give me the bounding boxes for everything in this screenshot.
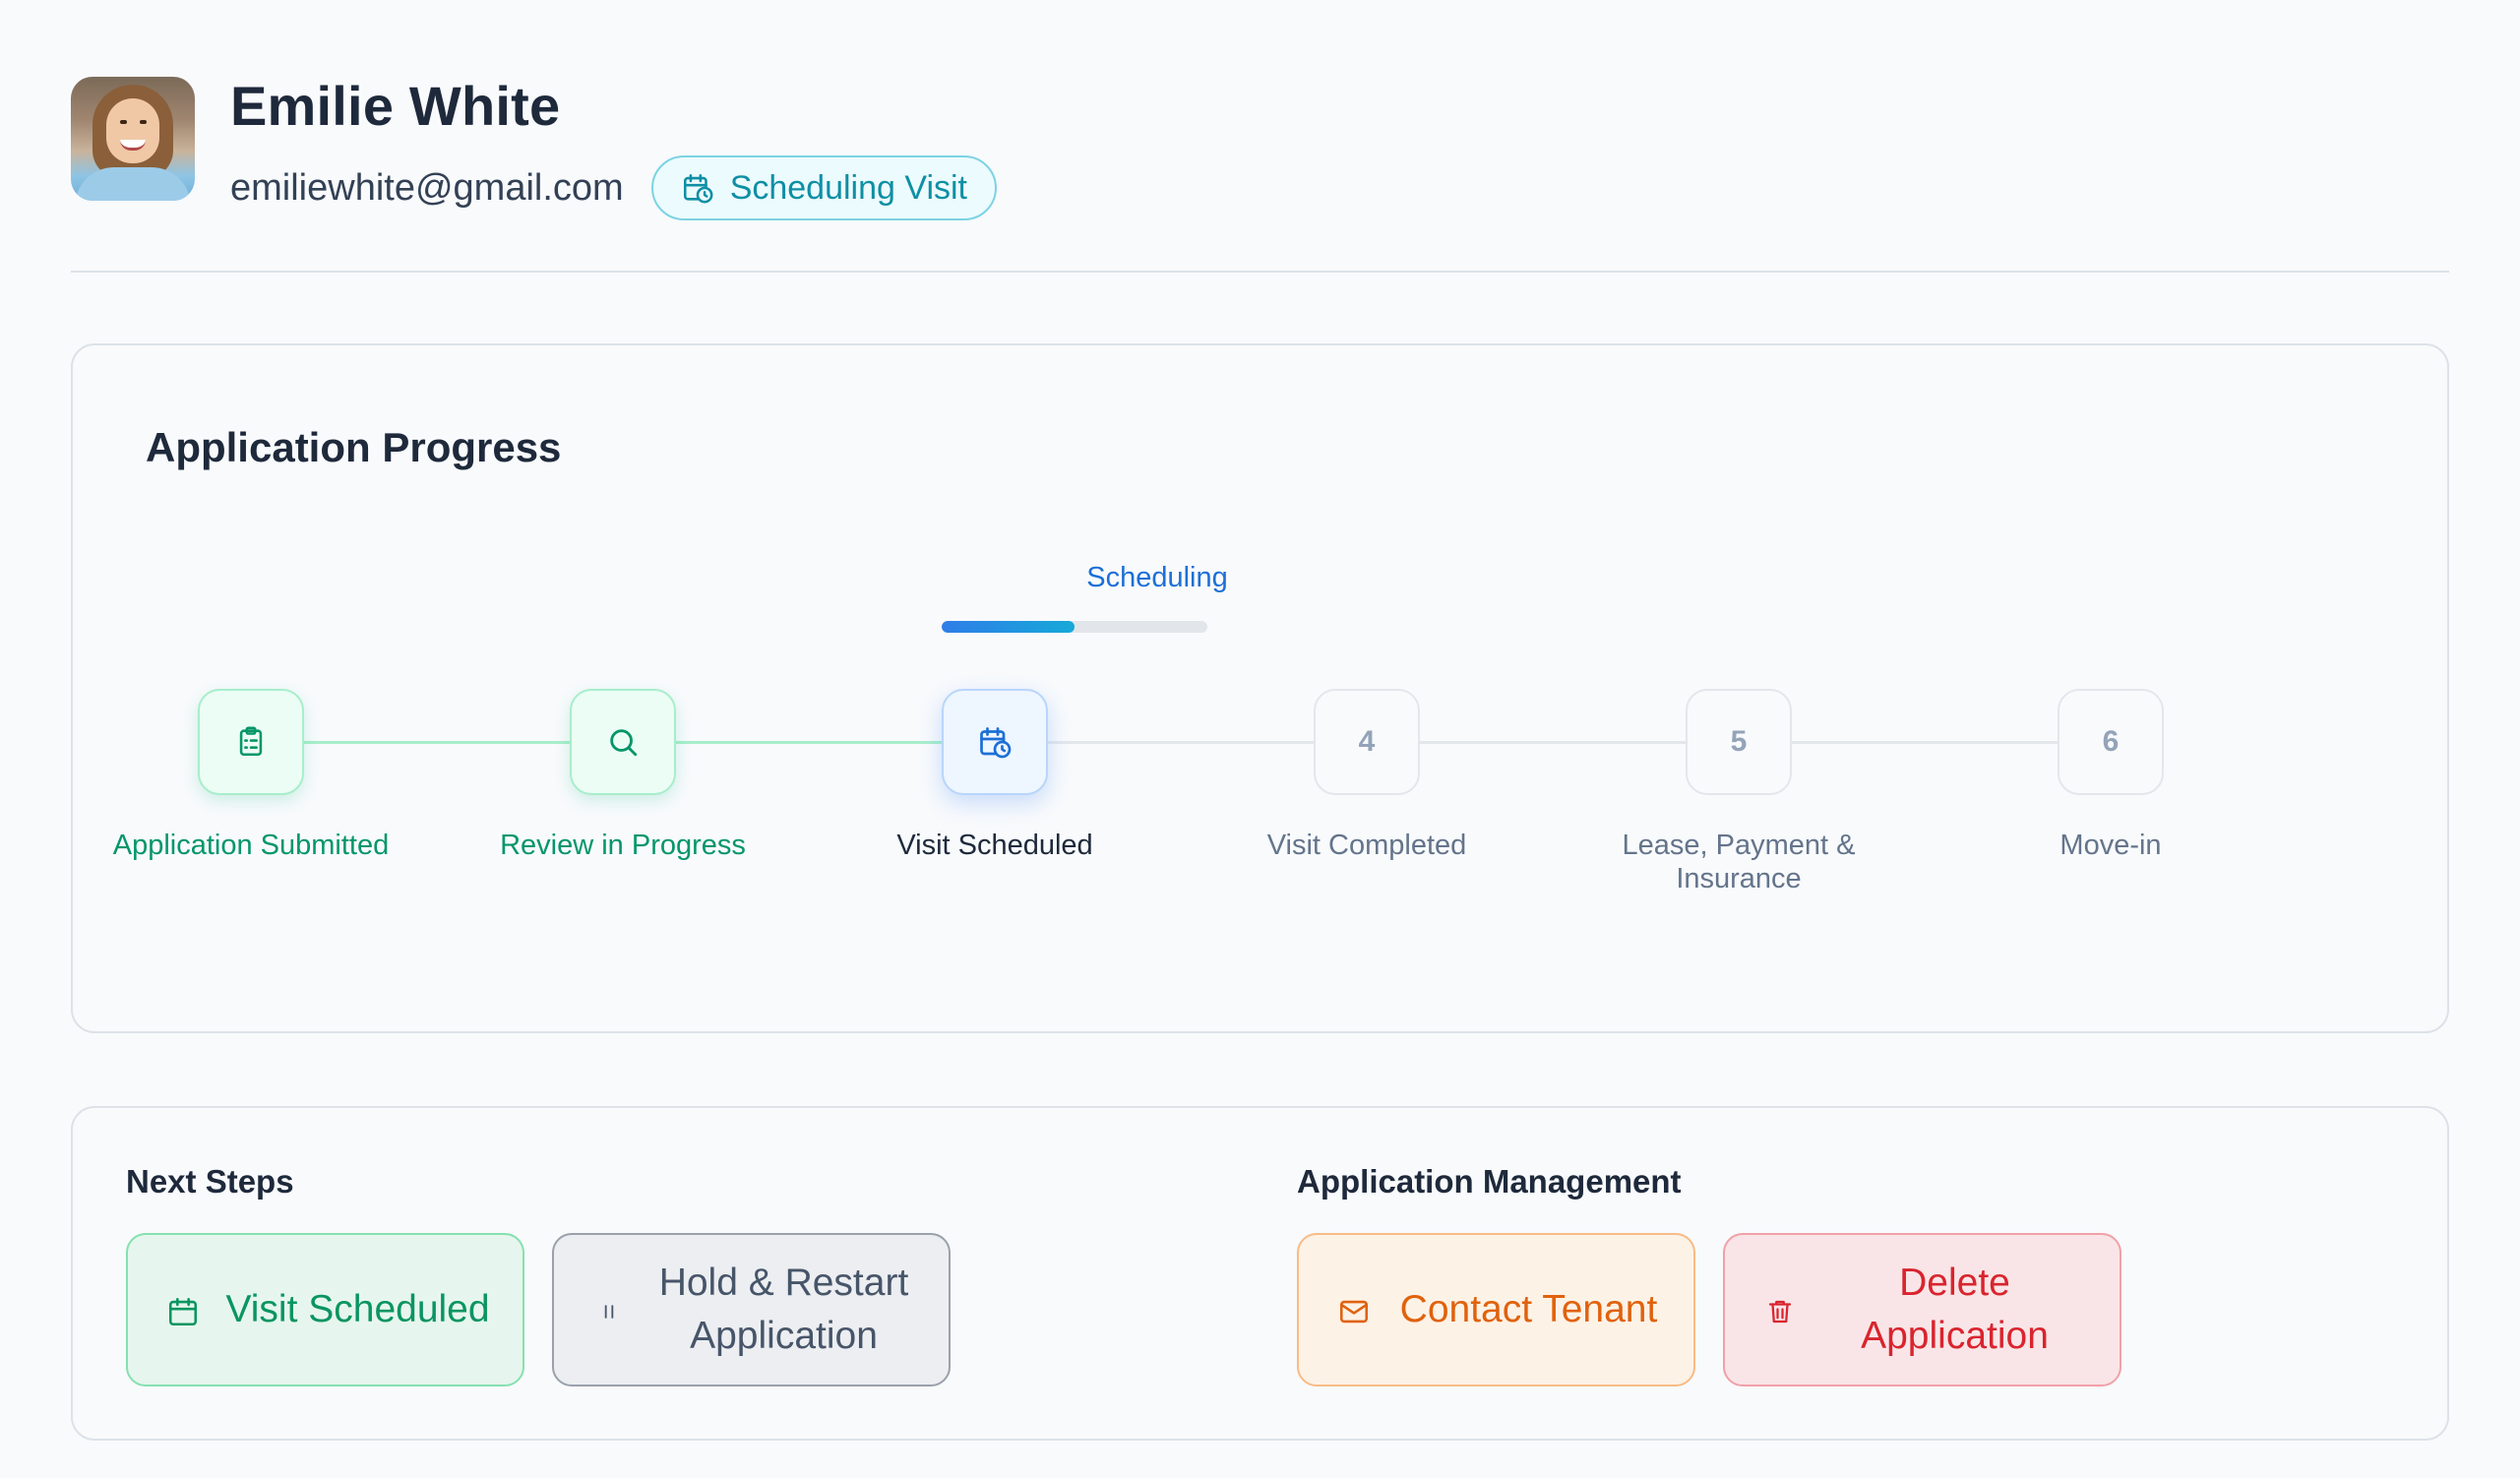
application-detail-page: Emilie White emiliewhite@gmail.com Sched…	[0, 0, 2520, 1478]
contact-tenant-label: Contact Tenant	[1399, 1288, 1658, 1330]
phase-progress-bar	[942, 621, 1207, 633]
step-label: Move-in	[2059, 830, 2162, 861]
step-number: 4	[1314, 689, 1420, 795]
step-label: Application Submitted	[112, 830, 390, 861]
status-badge-label: Scheduling Visit	[729, 168, 967, 207]
delete-application-label: Delete Application	[1861, 1262, 2049, 1357]
step-lease-payment-insurance: 5 Lease, Payment & Insurance	[1581, 689, 1896, 895]
search-icon	[610, 729, 638, 757]
step-review-in-progress: Review in Progress	[465, 689, 780, 862]
step-move-in: 6 Move-in	[1953, 689, 2268, 862]
progress-title: Application Progress	[146, 424, 562, 470]
profile-header: Emilie White emiliewhite@gmail.com Sched…	[71, 77, 997, 220]
step-number: 5	[1686, 689, 1792, 795]
next-steps-title: Next Steps	[126, 1163, 294, 1200]
calendar-clock-icon	[683, 173, 713, 204]
calendar-clock-icon	[980, 727, 1012, 759]
application-management-title: Application Management	[1297, 1163, 1682, 1200]
delete-application-button[interactable]: Delete Application	[1723, 1233, 2121, 1386]
tenant-name: Emilie White	[230, 75, 561, 137]
step-visit-completed: 4 Visit Completed	[1209, 689, 1524, 862]
hold-restart-button[interactable]: Hold & Restart Application	[552, 1233, 951, 1386]
pause-icon	[591, 1294, 627, 1329]
application-progress-card: Application Progress Scheduling Applicat…	[71, 343, 2449, 1033]
step-label: Lease, Payment & Insurance	[1622, 830, 1856, 894]
actions-card: Next Steps Application Management Visit …	[71, 1106, 2449, 1441]
hold-restart-label: Hold & Restart Application	[658, 1262, 909, 1357]
trash-icon	[1762, 1294, 1798, 1329]
step-label: Visit Completed	[1266, 830, 1467, 861]
mail-icon	[1336, 1294, 1372, 1329]
tenant-email: emiliewhite@gmail.com	[230, 166, 624, 209]
avatar	[71, 77, 195, 201]
step-badge	[198, 689, 304, 795]
step-label: Review in Progress	[500, 830, 746, 861]
step-badge	[942, 689, 1048, 795]
phase-progress-fill	[942, 621, 1075, 633]
visit-scheduled-button[interactable]: Visit Scheduled	[126, 1233, 524, 1386]
visit-scheduled-label: Visit Scheduled	[225, 1288, 490, 1330]
current-phase-label: Scheduling	[1086, 562, 1228, 593]
status-badge: Scheduling Visit	[650, 155, 997, 220]
step-label: Visit Scheduled	[896, 830, 1093, 861]
step-badge	[570, 689, 676, 795]
step-visit-scheduled: Visit Scheduled	[837, 689, 1152, 862]
step-application-submitted: Application Submitted	[93, 689, 408, 862]
step-number: 6	[2058, 689, 2164, 795]
calendar-icon	[165, 1294, 201, 1329]
clipboard-icon	[239, 726, 263, 757]
contact-tenant-button[interactable]: Contact Tenant	[1297, 1233, 1695, 1386]
header-divider	[71, 271, 2449, 273]
